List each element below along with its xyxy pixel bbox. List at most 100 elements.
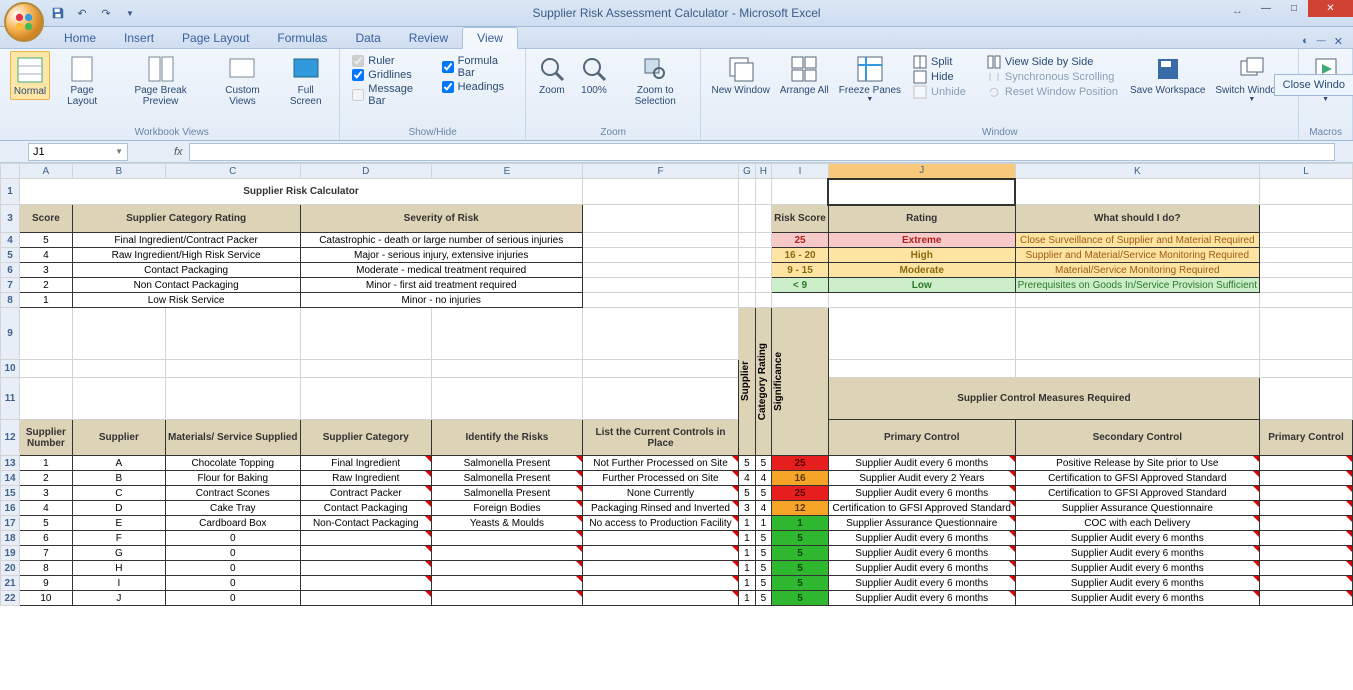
cell[interactable]	[1260, 591, 1353, 606]
cell[interactable]: 5	[755, 456, 772, 471]
cell[interactable]: Supplier Audit every 6 months	[1015, 531, 1259, 546]
unhide-button[interactable]: Unhide	[913, 85, 966, 99]
cell[interactable]	[300, 576, 431, 591]
cell[interactable]: 0	[166, 561, 300, 576]
cell[interactable]	[432, 561, 583, 576]
cell[interactable]: Non-Contact Packaging	[300, 516, 431, 531]
cell[interactable]	[1260, 546, 1353, 561]
cell[interactable]: 7	[20, 546, 73, 561]
cell[interactable]	[300, 546, 431, 561]
cell[interactable]: Further Processed on Site	[582, 471, 738, 486]
close-window-button[interactable]: Close Windo	[1274, 74, 1353, 96]
cell[interactable]: G	[72, 546, 165, 561]
formula-bar-checkbox[interactable]: Formula Bar	[442, 55, 513, 79]
cell[interactable]: 5	[20, 516, 73, 531]
cell[interactable]	[582, 546, 738, 561]
cell[interactable]: 1	[755, 516, 772, 531]
cell[interactable]: 0	[166, 546, 300, 561]
cell[interactable]: 5	[772, 576, 829, 591]
cell[interactable]: 1	[739, 546, 756, 561]
cell[interactable]: Supplier Audit every 6 months	[1015, 546, 1259, 561]
tab-data[interactable]: Data	[341, 28, 394, 48]
cell[interactable]: Cardboard Box	[166, 516, 300, 531]
tab-review[interactable]: Review	[395, 28, 462, 48]
chevron-down-icon[interactable]: ▼	[115, 147, 123, 156]
spreadsheet-grid[interactable]: A B C D E F G H I J K L 1 Supplier Risk …	[0, 163, 1353, 606]
cell[interactable]: 9	[20, 576, 73, 591]
selected-cell[interactable]	[828, 179, 1015, 205]
cell[interactable]: Salmonella Present	[432, 456, 583, 471]
cell[interactable]: 5	[755, 486, 772, 501]
cell[interactable]	[582, 531, 738, 546]
hide-button[interactable]: Hide	[913, 70, 966, 84]
save-workspace-button[interactable]: Save Workspace	[1126, 51, 1209, 98]
cell[interactable]: 5	[755, 546, 772, 561]
cell[interactable]: Certification to GFSI Approved Standard	[828, 501, 1015, 516]
office-button[interactable]	[4, 2, 44, 42]
cell[interactable]: 4	[739, 471, 756, 486]
cell[interactable]: 1	[739, 591, 756, 606]
cell[interactable]: A	[72, 456, 165, 471]
tab-view[interactable]: View	[462, 27, 518, 49]
cell[interactable]: Not Further Processed on Site	[582, 456, 738, 471]
cell[interactable]: Foreign Bodies	[432, 501, 583, 516]
cell[interactable]: None Currently	[582, 486, 738, 501]
cell[interactable]: Contract Packer	[300, 486, 431, 501]
cell[interactable]: 25	[772, 486, 829, 501]
tab-page-layout[interactable]: Page Layout	[168, 28, 263, 48]
freeze-panes-button[interactable]: Freeze Panes▼	[835, 51, 905, 105]
cell[interactable]: 2	[20, 471, 73, 486]
ruler-checkbox[interactable]: Ruler	[352, 55, 427, 67]
cell[interactable]: 16	[772, 471, 829, 486]
headings-checkbox[interactable]: Headings	[442, 81, 513, 93]
cell[interactable]: 5	[772, 531, 829, 546]
cell[interactable]	[1260, 486, 1353, 501]
cell[interactable]	[1260, 531, 1353, 546]
cell[interactable]: Final Ingredient	[300, 456, 431, 471]
new-window-button[interactable]: New Window	[707, 51, 773, 98]
cell[interactable]	[582, 561, 738, 576]
cell[interactable]: 5	[755, 576, 772, 591]
cell[interactable]: D	[72, 501, 165, 516]
cell[interactable]: Flour for Baking	[166, 471, 300, 486]
cell[interactable]: 3	[739, 501, 756, 516]
cell[interactable]: Certification to GFSI Approved Standard	[1015, 471, 1259, 486]
formula-input[interactable]	[189, 143, 1335, 161]
cell[interactable]: 1	[739, 576, 756, 591]
cell[interactable]: 4	[755, 501, 772, 516]
custom-views-button[interactable]: Custom Views	[209, 51, 276, 109]
cell[interactable]: 5	[772, 546, 829, 561]
reset-position-button[interactable]: Reset Window Position	[987, 85, 1118, 99]
normal-view-button[interactable]: Normal	[10, 51, 50, 100]
close-button[interactable]: ✕	[1308, 0, 1353, 17]
cell[interactable]: F	[72, 531, 165, 546]
minimize-button[interactable]: —	[1252, 0, 1280, 17]
column-headers[interactable]: A B C D E F G H I J K L	[1, 164, 1353, 179]
cell[interactable]: COC with each Delivery	[1015, 516, 1259, 531]
close-workbook-icon[interactable]: ✕	[1334, 35, 1343, 48]
cell[interactable]: 0	[166, 576, 300, 591]
fx-icon[interactable]: fx	[168, 146, 189, 158]
cell[interactable]	[432, 546, 583, 561]
help-icon[interactable]: ◐	[1302, 35, 1309, 48]
cell[interactable]	[300, 531, 431, 546]
split-button[interactable]: Split	[913, 55, 966, 69]
page-break-button[interactable]: Page Break Preview	[114, 51, 206, 109]
cell[interactable]: 1	[739, 561, 756, 576]
tab-home[interactable]: Home	[50, 28, 110, 48]
cell[interactable]: 6	[20, 531, 73, 546]
arrange-all-button[interactable]: Arrange All	[776, 51, 833, 98]
cell[interactable]: 5	[755, 561, 772, 576]
cell[interactable]: B	[72, 471, 165, 486]
cell[interactable]	[1260, 501, 1353, 516]
cell[interactable]: J	[72, 591, 165, 606]
zoom-button[interactable]: Zoom	[532, 51, 572, 98]
cell[interactable]: 5	[739, 456, 756, 471]
minimize-ribbon-icon[interactable]: —	[1317, 35, 1326, 48]
cell[interactable]: Supplier Audit every 6 months	[828, 456, 1015, 471]
cell[interactable]: Certification to GFSI Approved Standard	[1015, 486, 1259, 501]
cell[interactable]: Cake Tray	[166, 501, 300, 516]
page-layout-button[interactable]: Page Layout	[52, 51, 112, 109]
cell[interactable]: 4	[755, 471, 772, 486]
cell[interactable]: Supplier Audit every 6 months	[1015, 561, 1259, 576]
